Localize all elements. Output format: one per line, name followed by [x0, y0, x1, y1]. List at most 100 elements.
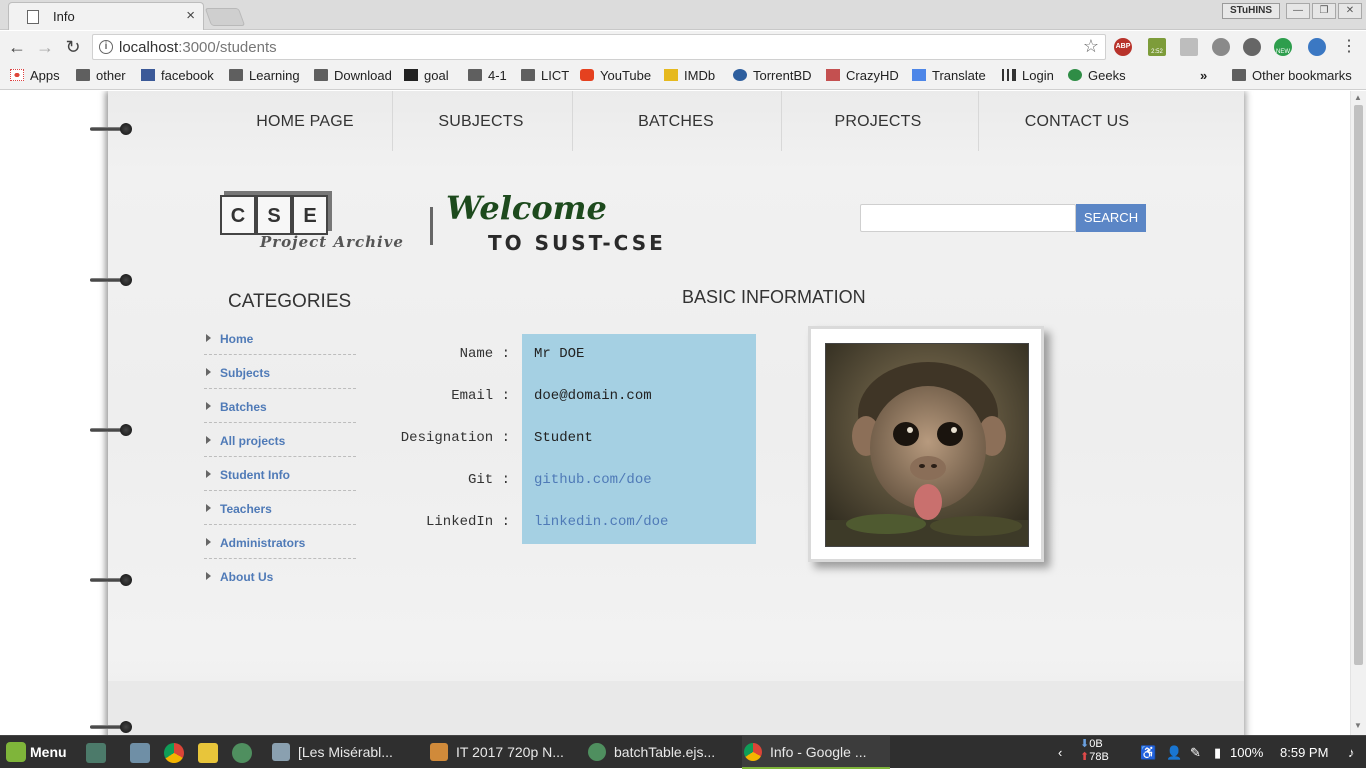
- name-label: Name :: [459, 346, 510, 362]
- search-input[interactable]: [860, 204, 1076, 232]
- bookmark-goal[interactable]: goal: [404, 68, 449, 83]
- adblock-icon[interactable]: ABP: [1114, 38, 1132, 56]
- translate-icon: [912, 69, 926, 81]
- categories-list: Home Subjects Batches All projects Stude…: [204, 321, 356, 593]
- category-batches[interactable]: Batches: [204, 389, 356, 423]
- email-value: doe@domain.com: [534, 388, 652, 404]
- accessibility-icon[interactable]: ♿: [1140, 736, 1156, 769]
- category-student-info[interactable]: Student Info: [204, 457, 356, 491]
- tab-strip: Info × STuHINS — ❐ ✕: [0, 0, 1366, 30]
- extension-icon[interactable]: [1212, 38, 1230, 56]
- extension-counter-icon[interactable]: 2:52: [1148, 38, 1166, 56]
- menu-kebab-icon[interactable]: ⋮: [1338, 36, 1360, 58]
- bookmark-geeks[interactable]: Geeks: [1068, 68, 1126, 83]
- folder-icon: [468, 69, 482, 81]
- task-batchtable[interactable]: batchTable.ejs...: [588, 736, 734, 769]
- nav-contact-us[interactable]: CONTACT US: [1004, 91, 1150, 151]
- chrome-icon[interactable]: [164, 743, 184, 763]
- bookmark-other[interactable]: other: [76, 68, 126, 83]
- category-teachers[interactable]: Teachers: [204, 491, 356, 525]
- logo-subtitle: Project Archive: [260, 233, 404, 251]
- maximize-icon[interactable]: ❐: [1312, 3, 1336, 19]
- category-about-us[interactable]: About Us: [204, 559, 356, 593]
- bookmark-crazyhd[interactable]: CrazyHD: [826, 68, 899, 83]
- eye-icon[interactable]: [1243, 38, 1261, 56]
- scrollbar-thumb[interactable]: [1354, 105, 1363, 665]
- category-all-projects[interactable]: All projects: [204, 423, 356, 457]
- bookmark-login[interactable]: Login: [1002, 68, 1054, 83]
- nav-divider: [572, 91, 573, 151]
- back-arrow-icon[interactable]: ←: [6, 36, 28, 58]
- nav-batches[interactable]: BATCHES: [606, 91, 746, 151]
- git-link[interactable]: github.com/doe: [534, 472, 652, 488]
- bookmark-facebook[interactable]: facebook: [141, 68, 214, 83]
- scroll-down-icon[interactable]: ▼: [1354, 721, 1362, 730]
- category-subjects[interactable]: Subjects: [204, 355, 356, 389]
- profile-badge[interactable]: STuHINS: [1222, 3, 1280, 19]
- new-tab-button[interactable]: [204, 8, 246, 26]
- address-bar[interactable]: i localhost:3000/students ☆: [92, 34, 1106, 60]
- task-les-miserables[interactable]: [Les Misérabl...: [272, 736, 422, 769]
- pen-icon[interactable]: ✎: [1190, 736, 1201, 769]
- video-player-icon: [430, 743, 448, 761]
- tray-left-arrow-icon[interactable]: ‹: [1058, 736, 1062, 769]
- shield-icon[interactable]: [1308, 38, 1326, 56]
- info-icon[interactable]: i: [99, 40, 113, 54]
- bookmark-apps[interactable]: Apps: [10, 68, 60, 83]
- linkedin-link[interactable]: linkedin.com/doe: [534, 514, 668, 530]
- facebook-icon: [141, 69, 155, 81]
- binder-ring: [90, 574, 132, 586]
- bookmark-lict[interactable]: LICT: [521, 68, 569, 83]
- cse-logo[interactable]: C S E Project Archive: [220, 195, 410, 259]
- nav-projects[interactable]: PROJECTS: [808, 91, 948, 151]
- binder-ring: [90, 424, 132, 436]
- geeks-icon: [1068, 69, 1082, 81]
- reload-icon[interactable]: ↻: [62, 36, 84, 58]
- mail-icon[interactable]: [1180, 38, 1198, 56]
- category-administrators[interactable]: Administrators: [204, 525, 356, 559]
- minimize-icon[interactable]: —: [1286, 3, 1310, 19]
- profile-photo-frame: [808, 326, 1044, 562]
- page-footer-band: [108, 681, 1244, 735]
- tab-close-icon[interactable]: ×: [186, 7, 195, 24]
- bookmark-download[interactable]: Download: [314, 68, 392, 83]
- nav-subjects[interactable]: SUBJECTS: [412, 91, 550, 151]
- task-chrome-info[interactable]: Info - Google ...: [742, 736, 890, 769]
- name-value: Mr DOE: [534, 346, 585, 362]
- clock[interactable]: 8:59 PM: [1280, 736, 1328, 769]
- category-home[interactable]: Home: [204, 321, 356, 355]
- browser-tab[interactable]: Info ×: [8, 2, 204, 30]
- task-video[interactable]: IT 2017 720p N...: [430, 736, 580, 769]
- page-viewport: HOME PAGE SUBJECTS BATCHES PROJECTS CONT…: [0, 91, 1350, 735]
- show-desktop-icon[interactable]: [86, 743, 106, 763]
- idea-icon[interactable]: [198, 743, 218, 763]
- start-menu-button[interactable]: Menu: [6, 742, 67, 762]
- files-icon[interactable]: [130, 743, 150, 763]
- vertical-scrollbar[interactable]: ▲ ▼: [1350, 91, 1366, 735]
- bookmark-4-1[interactable]: 4-1: [468, 68, 507, 83]
- bookmark-torrentbd[interactable]: TorrentBD: [733, 68, 812, 83]
- search-button[interactable]: SEARCH: [1076, 204, 1146, 232]
- battery-icon[interactable]: ▮: [1214, 736, 1221, 769]
- atom-icon[interactable]: [232, 743, 252, 763]
- bookmark-youtube[interactable]: YouTube: [580, 68, 651, 83]
- new-extension-icon[interactable]: NEW: [1274, 38, 1292, 56]
- bookmark-other-bookmarks[interactable]: Other bookmarks: [1232, 68, 1352, 83]
- categories-title: CATEGORIES: [228, 291, 352, 312]
- bookmarks-overflow-icon[interactable]: »: [1200, 68, 1207, 83]
- arrow-bullet-icon: [206, 334, 211, 342]
- profile-photo: [825, 343, 1029, 547]
- close-window-icon[interactable]: ✕: [1338, 3, 1362, 19]
- scroll-up-icon[interactable]: ▲: [1354, 93, 1362, 102]
- bookmark-imdb[interactable]: IMDb: [664, 68, 715, 83]
- welcome-heading: Welcome: [446, 189, 607, 227]
- music-icon[interactable]: ♪: [1348, 736, 1355, 769]
- bookmark-star-icon[interactable]: ☆: [1083, 36, 1099, 57]
- bookmark-translate[interactable]: Translate: [912, 68, 986, 83]
- forward-arrow-icon[interactable]: →: [34, 36, 56, 58]
- user-icon[interactable]: 👤: [1166, 736, 1182, 769]
- nav-home-page[interactable]: HOME PAGE: [242, 91, 368, 151]
- goal-icon: [404, 69, 418, 81]
- crazyhd-icon: [826, 69, 840, 81]
- bookmark-learning[interactable]: Learning: [229, 68, 300, 83]
